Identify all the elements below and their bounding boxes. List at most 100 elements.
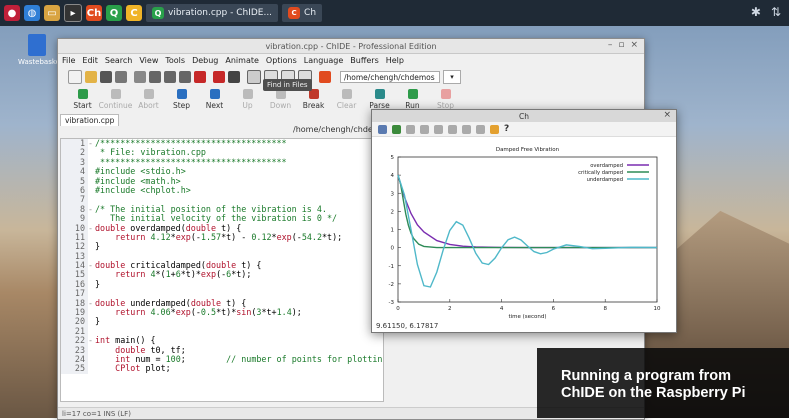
continue-button[interactable]: Continue	[99, 87, 132, 110]
y-tick-label: 1	[391, 228, 395, 234]
tab-vibration-cpp[interactable]: vibration.cpp	[60, 114, 120, 126]
menu-buffers[interactable]: Buffers	[350, 56, 378, 65]
down-button-label: Down	[269, 101, 292, 110]
task-ch-label: Ch	[304, 8, 317, 18]
delete-icon[interactable]	[194, 71, 206, 83]
menu-file[interactable]: File	[62, 56, 75, 65]
break-button-label: Break	[302, 101, 325, 110]
menu-search[interactable]: Search	[105, 56, 132, 65]
menu-view[interactable]: View	[139, 56, 158, 65]
up-button[interactable]: Up	[231, 87, 264, 110]
start-button[interactable]: Start	[66, 87, 99, 110]
fold-marker[interactable]: -	[88, 204, 95, 214]
zoom-prev-icon[interactable]	[434, 124, 443, 134]
fold-marker[interactable]: -	[88, 260, 95, 270]
search-app-icon[interactable]: Q	[106, 5, 122, 21]
clear-button[interactable]: Clear	[330, 87, 363, 110]
redo-icon[interactable]	[228, 71, 240, 83]
bluetooth-icon[interactable]: ✱	[751, 5, 761, 19]
paste-icon[interactable]	[179, 71, 191, 83]
ring-app-icon[interactable]: C	[126, 5, 142, 21]
trash-icon[interactable]	[28, 34, 46, 56]
copy-plot-icon[interactable]	[378, 124, 387, 134]
find-in-files-tooltip: Find in Files	[263, 79, 312, 91]
fold-gutter	[88, 242, 95, 251]
save-plot-icon[interactable]	[392, 124, 401, 134]
code-token: (-	[190, 231, 201, 242]
code-line[interactable]: 25 CPlot plot;	[61, 363, 383, 374]
code-line[interactable]: 19 return 4.06 * exp (- 0.5 *t)* sin(3 *t+ 1.4);	[61, 307, 383, 318]
stop-icon	[440, 89, 451, 99]
cut-icon[interactable]	[149, 71, 161, 83]
new-file-icon[interactable]	[68, 70, 82, 84]
menu-options[interactable]: Options	[266, 56, 297, 65]
menu-edit[interactable]: Edit	[82, 56, 98, 65]
fold-marker[interactable]: -	[88, 223, 95, 233]
code-line[interactable]: 6 #include <chplot.h>	[61, 185, 383, 196]
run-button[interactable]: Run	[396, 87, 429, 110]
help-icon[interactable]: ?	[504, 124, 509, 134]
x-tick-label: 4	[500, 306, 504, 312]
save-all-icon[interactable]	[115, 71, 127, 83]
code-line[interactable]: 20}	[61, 316, 383, 327]
next-button[interactable]: Next	[198, 87, 231, 110]
menu-language[interactable]: Language	[304, 56, 343, 65]
window-titlebar[interactable]: vibration.cpp - ChIDE - Professional Edi…	[58, 39, 644, 54]
code-token: }	[95, 316, 101, 327]
menu-help[interactable]: Help	[386, 56, 404, 65]
menu-animate[interactable]: Animate	[225, 56, 259, 65]
code-line[interactable]: 12}	[61, 241, 383, 252]
settings-icon[interactable]	[490, 124, 499, 134]
photo-caption: Running a program from ChIDE on the Rasp…	[537, 348, 789, 418]
plot-titlebar[interactable]: Ch ×	[372, 110, 676, 122]
y-tick-label: 3	[391, 191, 395, 197]
undo-icon[interactable]	[213, 71, 225, 83]
code-editor[interactable]: 1-/*************************************…	[60, 138, 384, 402]
plot-close-button[interactable]: ×	[663, 110, 671, 120]
code-token: exp	[200, 269, 217, 280]
ch-shell-icon[interactable]	[319, 71, 331, 83]
print-icon[interactable]	[134, 71, 146, 83]
task-ch[interactable]: C Ch	[282, 4, 323, 22]
parse-button[interactable]: Parse	[363, 87, 396, 110]
grid-toggle-icon[interactable]	[420, 124, 429, 134]
directory-input[interactable]: /home/chengh/chdemos	[340, 71, 440, 83]
directory-dropdown[interactable]: ▾	[443, 70, 461, 84]
plot-window-title: Ch	[519, 111, 529, 121]
close-button[interactable]: ×	[630, 40, 638, 50]
menu-debug[interactable]: Debug	[192, 56, 218, 65]
stop-button[interactable]: Stop	[429, 87, 462, 110]
code-line[interactable]: 16}	[61, 279, 383, 290]
open-folder-icon[interactable]	[85, 71, 97, 83]
copy-icon[interactable]	[164, 71, 176, 83]
fold-marker[interactable]: -	[88, 298, 95, 308]
fold-marker[interactable]: -	[88, 335, 95, 345]
menu-tools[interactable]: Tools	[165, 56, 185, 65]
folder-icon[interactable]: ▭	[44, 5, 60, 21]
raspberry-menu-icon[interactable]: ●	[4, 5, 20, 21]
network-icon[interactable]: ⇅	[771, 5, 781, 19]
unzoom-icon[interactable]	[462, 124, 471, 134]
continue-button-label: Continue	[98, 101, 133, 110]
fold-marker[interactable]: -	[88, 139, 95, 148]
code-line[interactable]: 15 return 4 *(1 +6 *t)* exp (- 6 *t);	[61, 269, 383, 280]
abort-button-label: Abort	[138, 101, 159, 110]
maximize-button[interactable]: ▫	[618, 40, 624, 50]
code-line[interactable]: 11 return 4.12 * exp (- 1.57 *t) - 0.12 * exp (-…	[61, 231, 383, 243]
x-tick-label: 6	[552, 306, 556, 312]
up-icon	[242, 89, 253, 99]
zoom-next-icon[interactable]	[448, 124, 457, 134]
damped-vibration-chart[interactable]: Damped Free Vibration 0 2 4 6 8 10 -3 -2 -1 0 1 2 3 4 5…	[372, 137, 674, 319]
minimize-button[interactable]: –	[608, 40, 613, 50]
globe-icon[interactable]: ◍	[24, 5, 40, 21]
y-tick-label: 5	[391, 155, 395, 161]
abort-button[interactable]: Abort	[132, 87, 165, 110]
ch-app-icon[interactable]: Ch	[86, 5, 102, 21]
task-chide[interactable]: Q vibration.cpp - ChIDE...	[146, 4, 279, 22]
zoom-icon[interactable]	[476, 124, 485, 134]
find-in-files-icon[interactable]	[247, 70, 261, 84]
replot-icon[interactable]	[406, 124, 415, 134]
save-icon[interactable]	[100, 71, 112, 83]
terminal-icon[interactable]: ▸	[64, 4, 82, 22]
step-button[interactable]: Step	[165, 87, 198, 110]
